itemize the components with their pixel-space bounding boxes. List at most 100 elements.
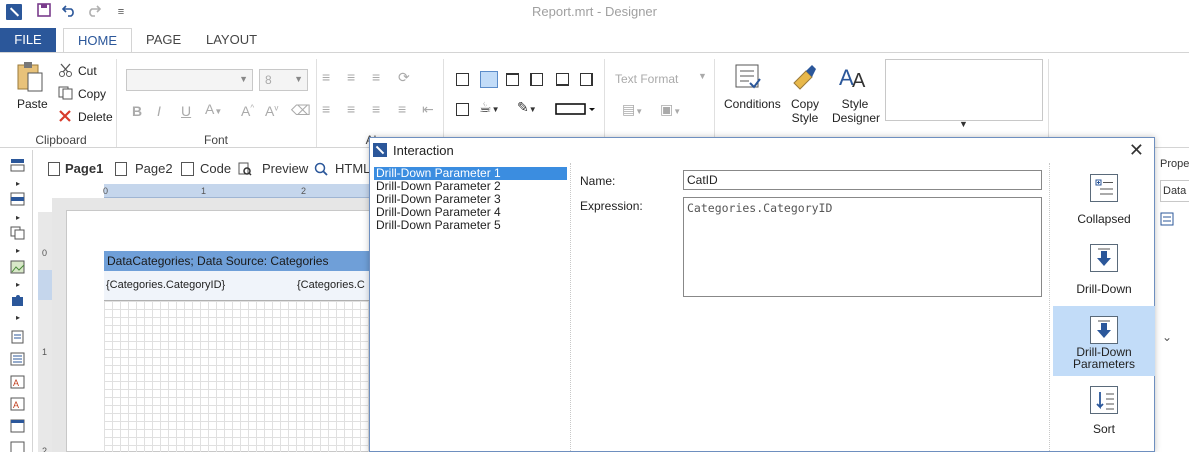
properties-combo[interactable]: Data xyxy=(1160,180,1189,202)
tab-layout[interactable]: LAYOUT xyxy=(192,28,271,52)
chevron-right-icon[interactable]: ▸ xyxy=(16,313,20,322)
close-icon[interactable]: ✕ xyxy=(1129,140,1144,161)
components-icon[interactable] xyxy=(10,226,25,240)
collapsed-icon xyxy=(1090,174,1118,202)
tab-page1[interactable]: Page1 xyxy=(65,157,103,181)
copy-style-button[interactable]: Copy Style xyxy=(790,97,820,125)
align-bottom-icon[interactable]: ≡ xyxy=(372,69,380,85)
page-tabs: Page1 Page2 Code Preview HTML xyxy=(38,157,378,181)
format-icon[interactable]: ▤▼ xyxy=(622,101,643,118)
paste-icon[interactable] xyxy=(16,61,46,96)
text-box-icon[interactable]: A xyxy=(10,375,25,389)
style-gallery[interactable] xyxy=(885,59,1043,121)
text-component[interactable]: {Categories.CategoryID} xyxy=(106,279,225,291)
conditions-button[interactable]: Conditions xyxy=(724,97,781,111)
none-border-icon[interactable] xyxy=(480,71,498,88)
ribbon-separator xyxy=(604,59,605,147)
copy-style-icon[interactable] xyxy=(790,63,818,94)
top-ruler: 0 1 2 xyxy=(103,184,370,198)
align-top-icon[interactable]: ≡ xyxy=(322,69,330,85)
fill-color-icon[interactable]: ☕▼ xyxy=(479,99,499,116)
align-middle-icon[interactable]: ≡ xyxy=(347,69,355,85)
collapsed-label: Collapsed xyxy=(1077,212,1131,226)
style-designer-icon[interactable]: AA xyxy=(839,61,869,94)
tab-home[interactable]: HOME xyxy=(63,28,132,53)
shrink-font-icon[interactable]: Av xyxy=(265,103,278,119)
tab-html[interactable]: HTML xyxy=(335,157,370,181)
font-family-combo[interactable]: ▼ xyxy=(126,69,253,91)
clear-format-icon[interactable]: ⌫ xyxy=(291,102,311,119)
tab-file[interactable]: FILE xyxy=(0,28,56,52)
collapsed-button[interactable]: Collapsed xyxy=(1053,168,1155,228)
label-icon[interactable]: A xyxy=(10,397,25,411)
shape-icon[interactable] xyxy=(10,441,25,452)
drill-down-button[interactable]: Drill-Down xyxy=(1053,238,1155,298)
chevron-right-icon[interactable]: ▸ xyxy=(16,179,20,188)
delete-icon[interactable] xyxy=(58,109,72,126)
all-borders-icon[interactable] xyxy=(456,73,469,86)
rotate-text-icon[interactable]: ⟳ xyxy=(398,69,410,86)
ruler-mark: 0 xyxy=(103,186,109,196)
paste-button[interactable]: Paste xyxy=(17,97,48,111)
italic-icon[interactable]: I xyxy=(157,103,161,119)
image-icon[interactable] xyxy=(10,260,25,274)
text-component[interactable]: {Categories.C xyxy=(297,279,365,291)
bottom-border-icon[interactable] xyxy=(556,73,569,86)
style-designer-button[interactable]: Style Designer xyxy=(832,97,880,125)
word-wrap-icon[interactable]: ⇤ xyxy=(422,101,434,118)
delete-button[interactable]: Delete xyxy=(78,110,113,124)
tab-page2[interactable]: Page2 xyxy=(135,157,173,181)
chevron-down-icon[interactable]: ⌄ xyxy=(1162,330,1172,344)
expression-field[interactable]: Categories.CategoryID xyxy=(683,197,1042,297)
drill-down-icon xyxy=(1090,244,1118,272)
grow-font-icon[interactable]: A^ xyxy=(241,103,254,119)
list-item[interactable]: Drill-Down Parameter 5 xyxy=(374,219,567,232)
name-field[interactable]: CatID xyxy=(683,170,1042,190)
preview-icon xyxy=(238,162,252,179)
font-size-combo[interactable]: 8 ▼ xyxy=(259,69,308,91)
chevron-right-icon[interactable]: ▸ xyxy=(16,246,20,255)
panel-icon[interactable] xyxy=(10,419,25,433)
border-style-icon[interactable] xyxy=(555,103,595,118)
tab-code[interactable]: Code xyxy=(200,157,231,181)
chevron-down-icon[interactable]: ▼ xyxy=(959,119,968,129)
svg-text:A: A xyxy=(13,400,19,410)
align-left-icon[interactable]: ≡ xyxy=(322,101,330,117)
font-size-value: 8 xyxy=(265,73,272,87)
copy-button[interactable]: Copy xyxy=(78,87,106,101)
sort-button[interactable]: Sort xyxy=(1053,380,1155,440)
bold-icon[interactable]: B xyxy=(132,103,142,119)
chevron-right-icon[interactable]: ▸ xyxy=(16,213,20,222)
align-center-icon[interactable]: ≡ xyxy=(347,101,355,117)
shadow-icon[interactable] xyxy=(456,103,469,116)
conditions-icon[interactable] xyxy=(734,63,762,94)
ribbon-tabs: FILE HOME PAGE LAYOUT xyxy=(0,28,1189,53)
sort-properties-icon[interactable] xyxy=(1160,212,1174,229)
chevron-right-icon[interactable]: ▸ xyxy=(16,280,20,289)
left-border-icon[interactable] xyxy=(530,73,543,86)
copy-icon[interactable] xyxy=(58,86,74,103)
format-number-icon[interactable]: ▣▼ xyxy=(660,101,681,118)
font-color-icon[interactable]: A▼ xyxy=(205,101,222,117)
drill-down-parameters-label: Drill-Down Parameters xyxy=(1053,346,1155,370)
cut-button[interactable]: Cut xyxy=(78,64,97,78)
right-border-icon[interactable] xyxy=(580,73,593,86)
justify-icon[interactable]: ≡ xyxy=(398,101,406,117)
puzzle-icon[interactable] xyxy=(10,293,25,307)
data-band-header[interactable]: DataCategories; Data Source: Categories xyxy=(104,251,370,271)
drill-down-parameters-button[interactable]: Drill-Down Parameters xyxy=(1053,306,1155,376)
dialog-title-bar: Interaction ✕ xyxy=(370,138,1154,163)
text-icon[interactable] xyxy=(10,330,25,344)
text-format-combo[interactable]: Text Format xyxy=(615,72,678,86)
cross-band-icon[interactable] xyxy=(10,192,25,206)
ribbon-separator xyxy=(1048,59,1049,147)
top-border-icon[interactable] xyxy=(506,73,519,86)
tab-preview[interactable]: Preview xyxy=(262,157,308,181)
border-color-icon[interactable]: ✎▼ xyxy=(517,99,537,116)
cut-icon[interactable] xyxy=(58,63,74,80)
rich-text-icon[interactable] xyxy=(10,352,25,366)
align-right-icon[interactable]: ≡ xyxy=(372,101,380,117)
tab-page[interactable]: PAGE xyxy=(132,28,195,52)
underline-icon[interactable]: U xyxy=(181,103,191,119)
band-icon[interactable] xyxy=(10,158,25,172)
